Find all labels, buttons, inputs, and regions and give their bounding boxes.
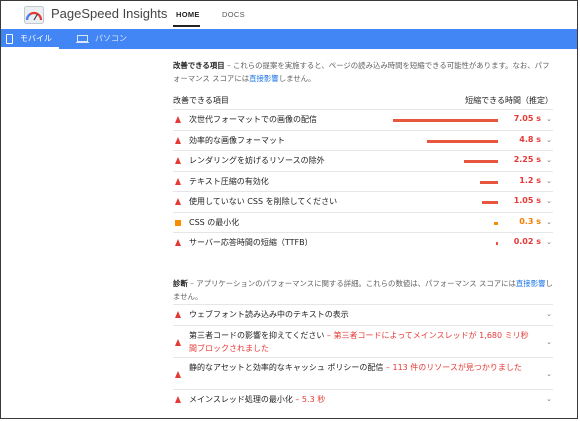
column-label-opportunity: 改善できる項目 [173,96,229,105]
diagnostic-text: ウェブフォント読み込み中のテキストの表示 [189,308,535,321]
fail-triangle-icon [175,396,181,403]
fail-triangle-icon [175,157,181,164]
chevron-down-icon[interactable]: ⌄ [546,218,552,226]
savings-bar [496,242,498,245]
average-square-icon [175,219,181,226]
savings-value: 2.25 s [513,155,541,164]
fail-triangle-icon [175,339,181,346]
savings-value: 7.05 s [513,114,541,123]
app-title: PageSpeed Insights [51,6,168,21]
opportunity-row[interactable]: CSS の最小化 0.3 s ⌄ [173,211,553,232]
column-label-savings: 短縮できる時間（推定） [465,96,553,105]
nav-docs-link[interactable]: DOCS [222,10,245,19]
savings-bar [480,180,498,184]
opportunity-row[interactable]: テキスト圧縮の有効化 1.2 s ⌄ [173,170,553,191]
diagnostic-row[interactable]: メインスレッド処理の最小化 – 5.3 秒 ⌄ [173,389,553,409]
chevron-down-icon[interactable]: ⌄ [546,310,552,318]
smartphone-icon [6,34,13,44]
chevron-down-icon[interactable]: ⌄ [546,338,552,346]
savings-bar [494,221,498,225]
diagnostic-row[interactable]: 静的なアセットと効率的なキャッシュ ポリシーの配信 – 113 件のリソースが見… [173,357,553,388]
laptop-icon [76,35,89,44]
tab-mobile-label: モバイル [20,34,52,43]
opportunity-row[interactable]: 次世代フォーマットでの画像の配信 7.05 s ⌄ [173,109,553,129]
opportunities-heading: 改善できる項目 [173,61,225,70]
diagnostic-row[interactable]: ウェブフォント読み込み中のテキストの表示 ⌄ [173,304,553,324]
diagnostics-description: 診断 – アプリケーションのパフォーマンスに関する詳細。これらの数値は、パフォー… [173,277,553,303]
fail-triangle-icon [175,177,181,185]
opportunity-row[interactable]: サーバー応答時間の短縮（TTFB） 0.02 s ⌄ [173,232,553,252]
diagnostic-detail: – 5.3 秒 [292,395,326,404]
pagespeed-logo-icon [24,6,44,24]
diagnostic-row[interactable]: 第三者コードの影響を抑えてください – 第三者コードによってメインスレッドが 1… [173,325,553,356]
opportunities-description: 改善できる項目 – これらの提案を実施すると、ページの読み込み時間を短縮できる可… [173,59,553,85]
fail-triangle-icon [175,136,181,144]
device-tab-bar: モバイル パソコン [1,29,577,49]
active-tab-indicator [1,47,59,49]
opportunity-row[interactable]: 効率的な画像フォーマット 4.8 s ⌄ [173,129,553,150]
savings-bar [393,119,498,122]
chevron-down-icon[interactable]: ⌄ [546,238,552,246]
fail-triangle-icon [175,198,181,205]
opportunities-description-text: – これらの提案を実施すると、ページの読み込み時間を短縮できる可能性があります。… [173,61,550,83]
opportunity-title: CSS の最小化 [189,217,240,227]
window-frame: PageSpeed Insights HOME DOCS モバイル パソコン 改… [0,0,578,419]
diagnostics-direct-impact-link[interactable]: 直接影響 [516,279,546,288]
chevron-down-icon[interactable]: ⌄ [546,197,552,205]
tab-desktop-label: パソコン [95,34,127,43]
nav-home-link[interactable]: HOME [176,10,200,19]
opportunity-row[interactable]: レンダリングを妨げるリソースの除外 2.25 s ⌄ [173,150,553,170]
chevron-down-icon[interactable]: ⌄ [546,177,552,185]
savings-value: 1.05 s [513,196,541,205]
fail-triangle-icon [175,239,181,246]
chevron-down-icon[interactable]: ⌄ [546,136,552,144]
opportunities-column-header: 改善できる項目 短縮できる時間（推定） [173,95,553,107]
diagnostics-description-text: – アプリケーションのパフォーマンスに関する詳細。これらの数値は、パフォーマンス… [187,279,516,288]
savings-bar [482,201,498,204]
fail-triangle-icon [175,311,181,318]
diagnostic-text: メインスレッド処理の最小化 – 5.3 秒 [189,393,535,406]
diagnostics-heading: 診断 [173,279,188,288]
savings-value: 1.2 s [519,175,541,185]
opportunities-description-end: しません。 [278,74,316,83]
opportunity-title: テキスト圧縮の有効化 [189,176,269,186]
chevron-down-icon[interactable]: ⌄ [546,370,552,378]
chevron-down-icon[interactable]: ⌄ [546,395,552,403]
opportunity-title: 効率的な画像フォーマット [189,135,285,145]
opportunity-title: 使用していない CSS を削除してください [189,197,338,206]
savings-value: 0.02 s [513,237,541,246]
savings-value: 0.3 s [519,216,541,226]
diagnostic-title: ウェブフォント読み込み中のテキストの表示 [189,310,349,319]
chevron-down-icon[interactable]: ⌄ [546,115,552,123]
savings-bar [427,139,498,143]
diagnostic-text: 第三者コードの影響を抑えてください – 第三者コードによってメインスレッドが 1… [189,329,535,355]
savings-value: 4.8 s [519,134,541,144]
diagnostic-title: 第三者コードの影響を抑えてください [189,331,325,340]
direct-impact-link[interactable]: 直接影響 [249,74,279,83]
opportunity-title: 次世代フォーマットでの画像の配信 [189,115,317,124]
savings-bar [464,160,498,163]
opportunity-row[interactable]: 使用していない CSS を削除してください 1.05 s ⌄ [173,191,553,211]
fail-triangle-icon [175,116,181,123]
opportunity-title: レンダリングを妨げるリソースの除外 [189,156,325,165]
nav-active-indicator [173,25,200,27]
top-bar: PageSpeed Insights HOME DOCS [1,1,577,29]
diagnostic-text: 静的なアセットと効率的なキャッシュ ポリシーの配信 – 113 件のリソースが見… [189,361,535,374]
diagnostic-title: 静的なアセットと効率的なキャッシュ ポリシーの配信 [189,363,384,372]
diagnostic-detail: – 113 件のリソースが見つかりました [383,363,522,372]
chevron-down-icon[interactable]: ⌄ [546,156,552,164]
opportunity-title: サーバー応答時間の短縮（TTFB） [189,238,313,247]
diagnostic-title: メインスレッド処理の最小化 [189,395,293,404]
fail-triangle-icon [175,371,181,378]
